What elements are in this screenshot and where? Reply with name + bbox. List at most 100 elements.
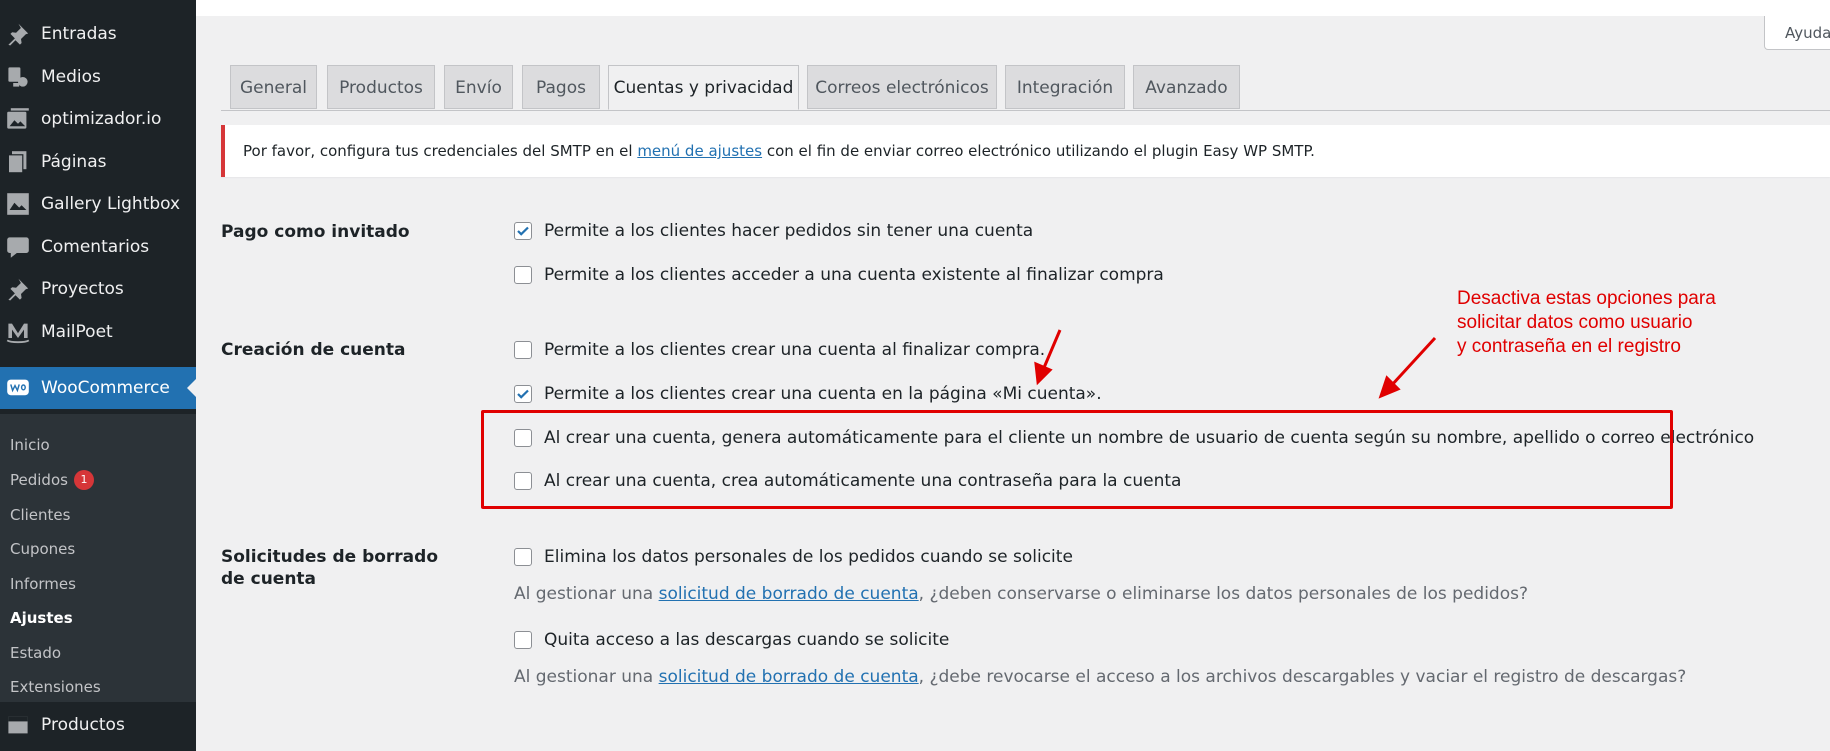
desc-text: Al gestionar una xyxy=(514,584,659,604)
erasure-requests-label: Solicitudes de borrado de cuenta xyxy=(221,547,438,589)
sidebar-item-entradas[interactable]: Entradas xyxy=(0,13,196,55)
submenu-label: Informes xyxy=(10,575,76,593)
highlight-box xyxy=(481,410,1673,509)
checkbox-unchecked[interactable] xyxy=(514,266,532,284)
submenu-label: Inicio xyxy=(10,436,50,454)
option-label: Permite a los clientes acceder a una cue… xyxy=(544,265,1164,285)
option-login-at-checkout[interactable]: Permite a los clientes acceder a una cue… xyxy=(514,265,1164,285)
sidebar-item-label: WooCommerce xyxy=(41,378,170,398)
tab-general[interactable]: General xyxy=(230,65,317,109)
sidebar-item-gallery-lightbox[interactable]: Gallery Lightbox xyxy=(0,183,196,225)
tab-integracion[interactable]: Integración xyxy=(1005,65,1125,109)
sidebar-item-medios[interactable]: Medios xyxy=(0,56,196,98)
mailpoet-icon xyxy=(5,319,31,345)
account-creation-label: Creación de cuenta xyxy=(221,340,406,360)
option-label: Permite a los clientes crear una cuenta … xyxy=(544,340,1046,360)
tab-avanzado[interactable]: Avanzado xyxy=(1133,65,1240,109)
orders-count-badge: 1 xyxy=(73,470,94,490)
smtp-error-notice: Por favor, configura tus credenciales de… xyxy=(221,125,1830,177)
checkbox-unchecked[interactable] xyxy=(514,341,532,359)
submenu-label: Clientes xyxy=(10,506,71,524)
option-label: Permite a los clientes crear una cuenta … xyxy=(544,384,1102,404)
submenu-item-informes[interactable]: Informes xyxy=(10,572,76,596)
checkbox-checked[interactable] xyxy=(514,385,532,403)
erasure-request-link[interactable]: solicitud de borrado de cuenta xyxy=(659,584,919,604)
option-create-on-my-account[interactable]: Permite a los clientes crear una cuenta … xyxy=(514,384,1102,404)
submenu-label: Extensiones xyxy=(10,678,101,696)
woocommerce-submenu: Inicio Pedidos 1 Clientes Cupones Informe… xyxy=(0,414,196,702)
submenu-item-ajustes[interactable]: Ajustes xyxy=(10,606,73,630)
tabs-baseline xyxy=(221,110,1830,111)
option-remove-order-data[interactable]: Elimina los datos personales de los pedi… xyxy=(514,547,1073,567)
tab-correos[interactable]: Correos electrónicos xyxy=(807,65,997,109)
checkmark-icon xyxy=(517,226,529,236)
sidebar-item-label: MailPoet xyxy=(41,322,113,342)
admin-sidebar: Entradas Medios optimizador.io Páginas G… xyxy=(0,0,196,751)
checkbox-unchecked[interactable] xyxy=(514,548,532,566)
notice-text: con el fin de enviar correo electrónico … xyxy=(762,142,1315,160)
smtp-settings-link[interactable]: menú de ajustes xyxy=(637,142,762,160)
tab-pagos[interactable]: Pagos xyxy=(522,65,600,109)
sidebar-item-mailpoet[interactable]: MailPoet xyxy=(0,311,196,353)
submenu-label: Pedidos xyxy=(10,471,68,489)
sidebar-item-optimizador[interactable]: optimizador.io xyxy=(0,98,196,140)
sidebar-item-woocommerce[interactable]: WooCommerce xyxy=(0,367,196,409)
submenu-label: Cupones xyxy=(10,540,76,558)
sidebar-item-label: Páginas xyxy=(41,152,107,172)
top-strip xyxy=(196,0,1830,16)
gallery-icon xyxy=(5,191,31,217)
media-icon xyxy=(5,64,31,90)
submenu-label: Ajustes xyxy=(10,609,73,627)
sidebar-item-comentarios[interactable]: Comentarios xyxy=(0,226,196,268)
checkbox-checked[interactable] xyxy=(514,222,532,240)
sidebar-item-productos[interactable]: Productos xyxy=(0,704,196,746)
submenu-item-estado[interactable]: Estado xyxy=(10,641,61,665)
sidebar-item-label: Entradas xyxy=(41,24,117,44)
arrow-right xyxy=(1389,336,1437,388)
option-label: Quita acceso a las descargas cuando se s… xyxy=(544,630,950,650)
image-stack-icon xyxy=(5,106,31,132)
notice-text: Por favor, configura tus credenciales de… xyxy=(243,142,638,160)
sidebar-item-proyectos[interactable]: Proyectos xyxy=(0,268,196,310)
desc-text: , ¿deben conservarse o eliminarse los da… xyxy=(918,584,1528,604)
option-create-at-checkout[interactable]: Permite a los clientes crear una cuenta … xyxy=(514,340,1045,360)
erasure-description-1: Al gestionar una solicitud de borrado de… xyxy=(514,584,1528,604)
option-guest-orders[interactable]: Permite a los clientes hacer pedidos sin… xyxy=(514,221,1033,241)
pages-icon xyxy=(5,149,31,175)
option-label: Permite a los clientes hacer pedidos sin… xyxy=(544,221,1034,241)
woo-icon xyxy=(5,375,31,401)
checkmark-icon xyxy=(517,389,529,399)
sidebar-item-paginas[interactable]: Páginas xyxy=(0,141,196,183)
option-label: Elimina los datos personales de los pedi… xyxy=(544,547,1073,567)
submenu-label: Estado xyxy=(10,644,62,662)
erasure-description-2: Al gestionar una solicitud de borrado de… xyxy=(514,667,1686,687)
tab-envio[interactable]: Envío xyxy=(444,65,513,109)
arrow-left-head-icon xyxy=(1034,361,1053,386)
comment-icon xyxy=(5,234,31,260)
help-tab-button[interactable]: Ayuda xyxy=(1764,16,1830,50)
arrow-right-head-icon xyxy=(1378,375,1401,399)
sidebar-item-label: Productos xyxy=(41,715,125,735)
submenu-item-pedidos[interactable]: Pedidos 1 xyxy=(10,468,94,492)
submenu-item-cupones[interactable]: Cupones xyxy=(10,537,75,561)
desc-text: , ¿debe revocarse el acceso a los archiv… xyxy=(918,667,1687,687)
desc-text: Al gestionar una xyxy=(514,667,659,687)
tab-productos[interactable]: Productos xyxy=(327,65,435,109)
submenu-item-inicio[interactable]: Inicio xyxy=(10,433,50,457)
sidebar-item-label: Medios xyxy=(41,67,101,87)
sidebar-item-label: optimizador.io xyxy=(41,109,162,129)
submenu-item-extensiones[interactable]: Extensiones xyxy=(10,675,101,699)
pin-icon xyxy=(5,276,31,302)
sidebar-item-label: Proyectos xyxy=(41,279,124,299)
box-icon xyxy=(5,712,31,738)
checkbox-unchecked[interactable] xyxy=(514,631,532,649)
annotation-text: Desactiva estas opciones para solicitar … xyxy=(1457,288,1716,357)
sidebar-item-label: Comentarios xyxy=(41,237,150,257)
option-remove-download-access[interactable]: Quita acceso a las descargas cuando se s… xyxy=(514,630,949,650)
sidebar-item-label: Gallery Lightbox xyxy=(41,194,181,214)
erasure-request-link[interactable]: solicitud de borrado de cuenta xyxy=(659,667,919,687)
submenu-item-clientes[interactable]: Clientes xyxy=(10,503,70,527)
arrow-left xyxy=(1041,329,1062,371)
tab-cuentas-privacidad[interactable]: Cuentas y privacidad xyxy=(608,65,799,110)
guest-checkout-label: Pago como invitado xyxy=(221,222,410,242)
